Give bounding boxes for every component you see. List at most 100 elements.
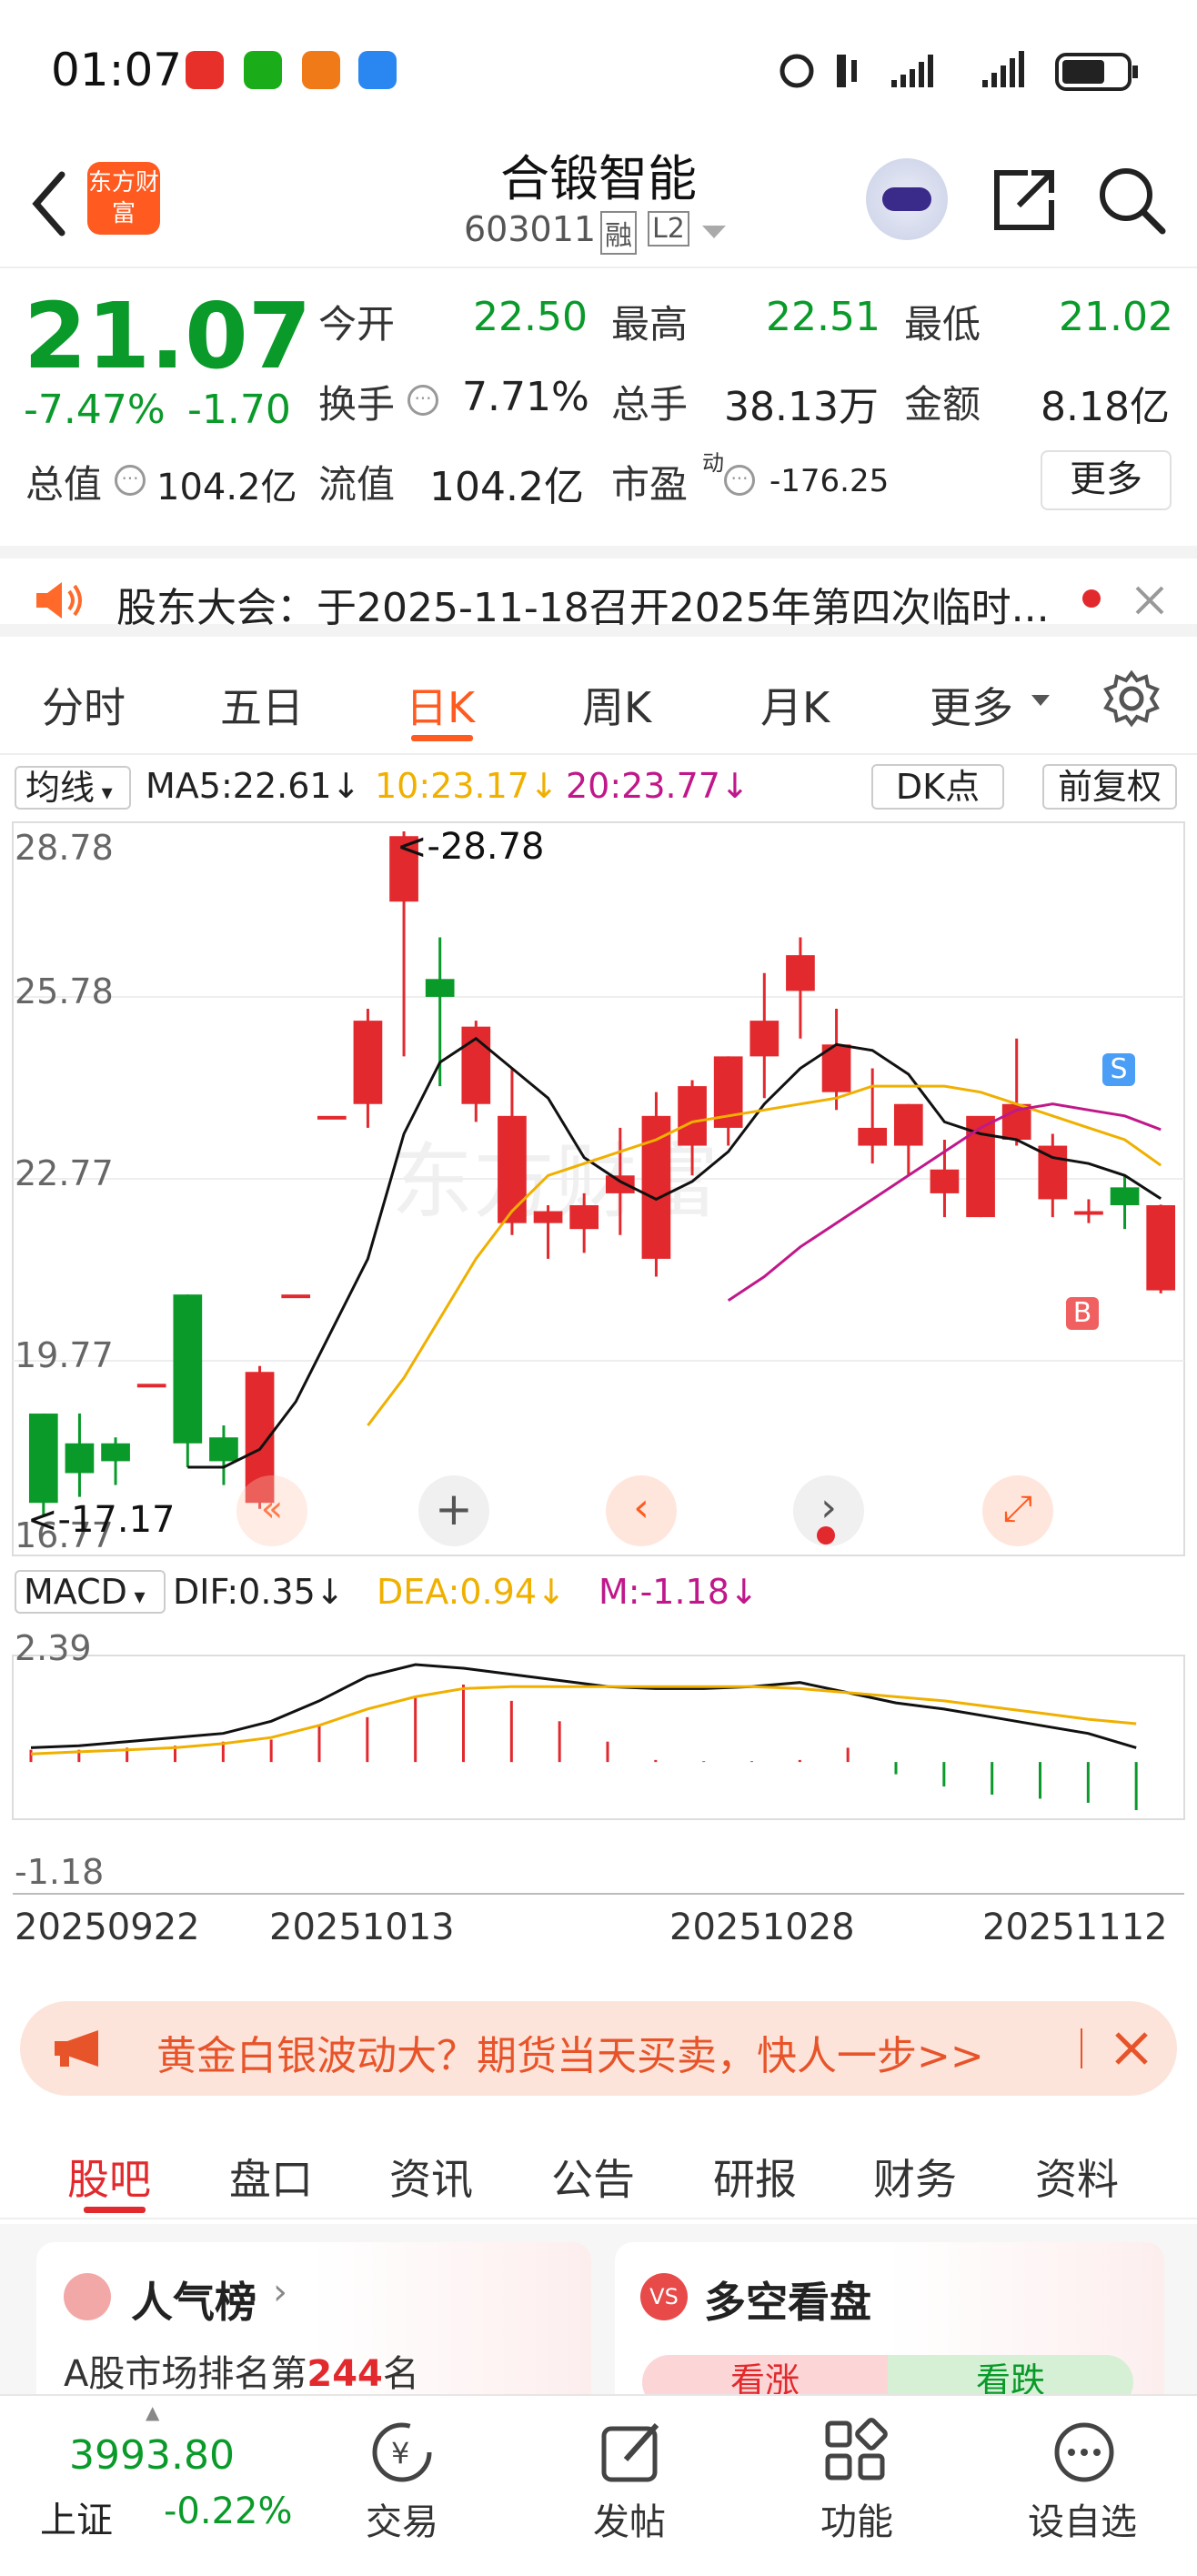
tab-daily-k[interactable]: 日K — [406, 675, 475, 735]
popularity-rank: A股市场排名第244名 — [64, 2344, 419, 2397]
more-button[interactable]: 更多 — [1041, 450, 1172, 510]
kline-svg[interactable]: 东方财富 — [0, 755, 1197, 1983]
nav-functions[interactable]: 功能 — [793, 2492, 920, 2545]
tab-announcements[interactable]: 公告 — [551, 2147, 635, 2207]
rank-suffix: 名 — [382, 2353, 419, 2395]
price-tick: 19.77 — [15, 1335, 114, 1375]
tab-profile[interactable]: 资料 — [1035, 2147, 1119, 2207]
buy-marker[interactable]: B — [1066, 1297, 1099, 1330]
candle-body — [1074, 1211, 1103, 1215]
info-icon[interactable]: ··· — [115, 465, 146, 496]
chart-fullscreen-icon[interactable]: ⤢ — [982, 1475, 1053, 1546]
info-icon[interactable]: ··· — [724, 465, 755, 496]
candle-body — [353, 1021, 383, 1104]
mktcap-value: 104.2亿 — [156, 467, 297, 508]
info-icon[interactable]: ··· — [407, 385, 438, 416]
popularity-title: 人气榜 — [131, 2278, 256, 2327]
chart-icon — [64, 2273, 111, 2320]
macd-dea-line — [30, 1685, 1137, 1756]
candle-body — [173, 1294, 203, 1444]
chevron-right-icon: › — [273, 2271, 287, 2313]
chart-zoom-in-icon[interactable]: + — [418, 1475, 489, 1546]
settings-icon[interactable] — [1102, 669, 1161, 728]
tab-research[interactable]: 研报 — [713, 2147, 797, 2207]
date-tick: 20251013 — [269, 1907, 455, 1948]
tab-weekly-k[interactable]: 周K — [582, 675, 651, 735]
system-status-icons — [780, 51, 1138, 91]
turnover-value: 7.71% — [462, 374, 589, 420]
candle-body — [498, 1115, 527, 1223]
weather-icon — [358, 51, 397, 89]
close-icon[interactable] — [1132, 582, 1168, 619]
index-value[interactable]: 3993.80 — [69, 2432, 235, 2479]
search-icon[interactable] — [1095, 164, 1168, 236]
candle-body — [136, 1384, 166, 1388]
macd-selector[interactable]: MACD ▾ — [15, 1570, 166, 1614]
candle-body — [569, 1204, 599, 1230]
tab-news[interactable]: 资讯 — [389, 2147, 473, 2207]
candle-body — [209, 1437, 238, 1462]
high-label: 最高 — [611, 302, 689, 347]
promo-text[interactable]: 黄金白银波动大？期货当天买卖，快人一步>> — [156, 2023, 984, 2081]
notice-bar[interactable]: 股东大会：于2025-11-18召开2025年第四次临时... — [0, 546, 1197, 637]
chart-scroll-left-fast-icon[interactable]: « — [236, 1475, 307, 1546]
chevron-down-icon[interactable] — [700, 224, 728, 242]
rank-number: 244 — [307, 2353, 383, 2395]
sell-marker[interactable]: S — [1102, 1053, 1135, 1086]
amount-label: 金额 — [904, 382, 981, 427]
low-label: 最低 — [904, 302, 981, 347]
mktcap-label: 总值 — [25, 462, 103, 507]
index-name[interactable]: 上证 — [40, 2490, 113, 2543]
volume-value: 38.13万 — [724, 384, 879, 430]
tab-forum[interactable]: 股吧 — [67, 2147, 151, 2207]
tab-financials[interactable]: 财务 — [873, 2147, 957, 2207]
close-icon[interactable] — [1112, 2028, 1152, 2068]
functions-icon[interactable] — [820, 2416, 893, 2489]
speaker-icon — [36, 582, 82, 619]
change-amount: -1.70 — [187, 387, 291, 433]
nav-trade[interactable]: 交易 — [338, 2492, 466, 2545]
next-dot — [817, 1526, 835, 1545]
candle-body — [678, 1086, 707, 1146]
candle-body — [317, 1115, 347, 1120]
tab-five-day[interactable]: 五日 — [220, 675, 304, 735]
trade-icon[interactable]: ¥ — [366, 2416, 438, 2489]
tab-more[interactable]: 更多 — [930, 675, 1013, 735]
tab-intraday[interactable]: 分时 — [42, 675, 126, 735]
post-icon[interactable] — [595, 2416, 668, 2489]
caret-down-icon — [1031, 695, 1050, 706]
macd-m: M:-1.18↓ — [598, 1572, 759, 1612]
candle-body — [893, 1103, 923, 1146]
tab-monthly-k[interactable]: 月K — [760, 675, 830, 735]
promo-banner[interactable]: 黄金白银波动大？期货当天买卖，快人一步>> — [20, 2001, 1177, 2096]
assistant-robot-icon[interactable] — [866, 158, 948, 240]
candle-body — [65, 1443, 95, 1474]
candle-body — [641, 1115, 671, 1259]
candle-body — [425, 979, 455, 997]
volume-label: 总手 — [611, 382, 689, 427]
candle-body — [786, 955, 815, 991]
megaphone-icon — [55, 2030, 98, 2067]
tab-order-book[interactable]: 盘口 — [229, 2147, 313, 2207]
pe-dynamic-mark: 动 — [702, 450, 724, 476]
candle-body — [858, 1127, 888, 1146]
nav-post[interactable]: 发帖 — [566, 2492, 693, 2545]
stock-code: 603011 — [464, 209, 597, 249]
clock: 01:07 — [51, 44, 183, 96]
svg-text:¥: ¥ — [391, 2436, 409, 2470]
date-tick: 20250922 — [15, 1907, 200, 1948]
chart-prev-icon[interactable]: ‹ — [606, 1475, 677, 1546]
divider — [1081, 2028, 1082, 2068]
low-value: 21.02 — [1059, 294, 1173, 340]
candle-body — [749, 1021, 780, 1057]
share-icon[interactable] — [988, 164, 1061, 236]
nav-watchlist[interactable]: 设自选 — [1019, 2492, 1146, 2545]
amount-value: 8.18亿 — [1041, 384, 1170, 430]
candle-body — [28, 1414, 58, 1504]
notice-text[interactable]: 股东大会：于2025-11-18召开2025年第四次临时... — [116, 575, 1050, 633]
more-options-icon[interactable] — [1048, 2416, 1121, 2489]
candle-body — [605, 1175, 635, 1193]
float-label: 流值 — [318, 462, 396, 507]
index-change[interactable]: -0.22% — [164, 2490, 293, 2532]
margin-badge: 融 — [600, 211, 637, 255]
